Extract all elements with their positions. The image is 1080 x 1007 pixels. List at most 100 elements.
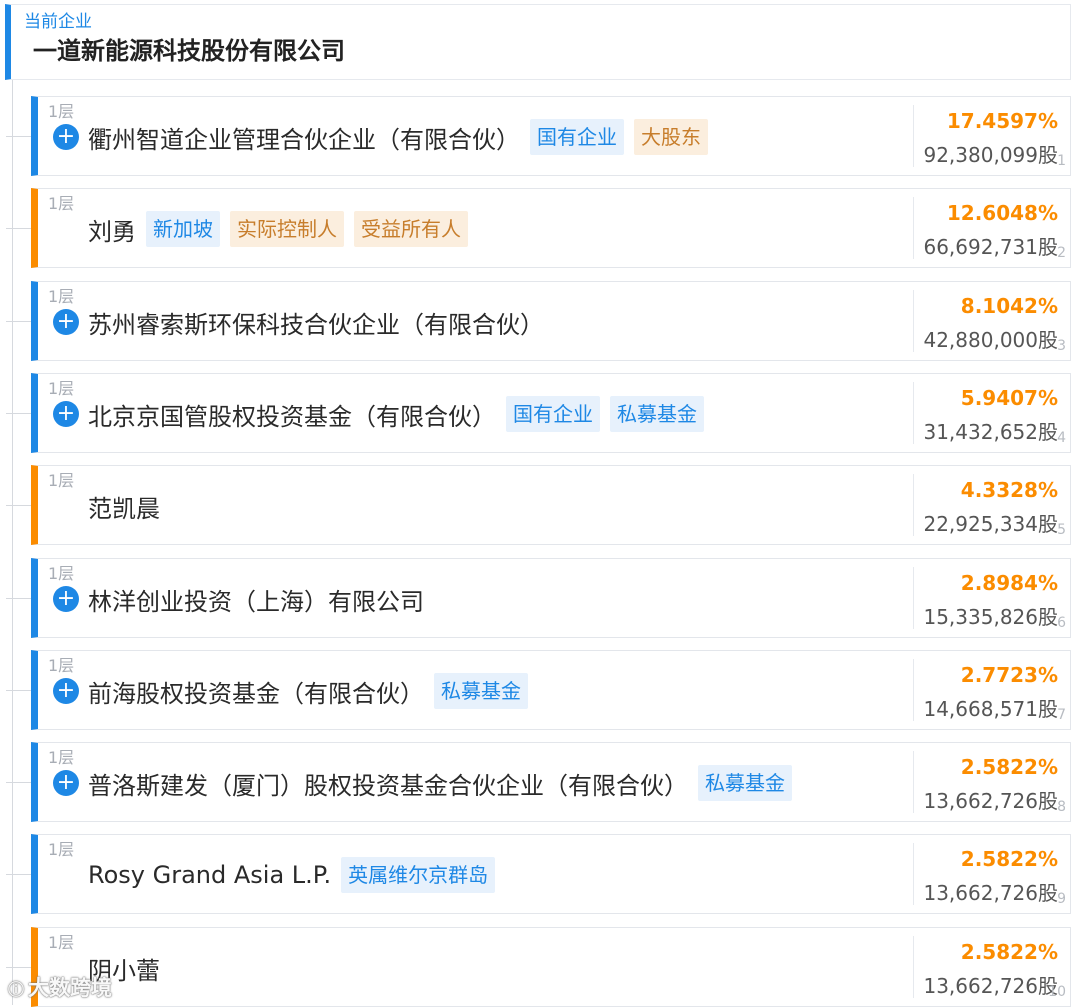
share-percent: 4.3328% — [960, 478, 1058, 502]
row-index: 5 — [1057, 522, 1066, 538]
shareholder-tag: 实际控制人 — [230, 211, 344, 247]
shareholder-name[interactable]: 普洛斯建发（厦门）股权投资基金合伙企业（有限合伙） — [88, 766, 688, 801]
layer-label: 1层 — [48, 933, 75, 952]
share-percent: 5.9407% — [960, 386, 1058, 410]
card-divider — [913, 474, 914, 536]
watermark: ⓘ 大数跨境 — [8, 976, 113, 1000]
expand-plus-icon[interactable]: + — [53, 678, 79, 704]
layer-label: 1层 — [48, 471, 75, 490]
shareholder-name-row: 前海股权投资基金（有限合伙） 私募基金 — [88, 671, 528, 711]
shareholder-card[interactable]: 1层 + 普洛斯建发（厦门）股权投资基金合伙企业（有限合伙） 私募基金 2.5822% 1… — [6, 742, 1071, 822]
shareholder-name[interactable]: 北京京国管股权投资基金（有限合伙） — [88, 397, 496, 432]
shareholder-tag: 私募基金 — [698, 765, 792, 801]
shareholder-tag: 新加坡 — [146, 211, 220, 247]
share-count: 13,662,726股 — [923, 789, 1058, 813]
watermark-logo-icon: ⓘ — [8, 980, 25, 999]
share-percent: 2.5822% — [960, 755, 1058, 779]
shareholder-card[interactable]: 1层 范凯晨 4.3328% 22,925,334股 5 — [6, 465, 1071, 545]
card-divider — [913, 197, 914, 259]
share-count: 13,662,726股 — [923, 881, 1058, 905]
shareholder-name-row: 北京京国管股权投资基金（有限合伙） 国有企业 私募基金 — [88, 394, 704, 434]
shareholder-card[interactable]: 1层 + 苏州睿索斯环保科技合伙企业（有限合伙） 8.1042% 42,880,000股… — [6, 281, 1071, 361]
share-count: 22,925,334股 — [923, 512, 1058, 536]
card-divider — [913, 290, 914, 352]
shareholder-card[interactable]: 1层 Rosy Grand Asia L.P. 英属维尔京群岛 2.5822% 13,6… — [6, 834, 1071, 914]
share-count: 42,880,000股 — [923, 328, 1058, 352]
expand-plus-icon[interactable]: + — [53, 401, 79, 427]
shareholder-tag: 私募基金 — [610, 396, 704, 432]
tree-connector-line — [12, 80, 13, 1005]
shareholder-name-row: 林洋创业投资（上海）有限公司 — [88, 579, 424, 619]
shareholder-name-row: 刘勇 新加坡 实际控制人 受益所有人 — [88, 209, 468, 249]
shareholder-name[interactable]: 范凯晨 — [88, 489, 160, 524]
shareholder-tag: 国有企业 — [530, 119, 624, 155]
share-percent: 17.4597% — [946, 109, 1058, 133]
shareholder-card[interactable]: 1层 + 北京京国管股权投资基金（有限合伙） 国有企业 私募基金 5.9407% 31,43… — [6, 373, 1071, 453]
share-percent: 2.5822% — [960, 847, 1058, 871]
shareholder-name[interactable]: 刘勇 — [88, 212, 136, 247]
current-company-title[interactable]: 一道新能源科技股份有限公司 — [33, 31, 345, 66]
expand-plus-icon[interactable]: + — [53, 309, 79, 335]
card-divider — [913, 105, 914, 167]
tree-branch-line — [6, 967, 31, 968]
tree-branch-line — [6, 690, 31, 691]
row-index: 3 — [1057, 338, 1066, 354]
shareholder-card[interactable]: 1层 阴小蕾 2.5822% 13,662,726股 10 — [6, 927, 1071, 1007]
shareholder-name-row: 普洛斯建发（厦门）股权投资基金合伙企业（有限合伙） 私募基金 — [88, 763, 792, 803]
share-percent: 2.5822% — [960, 940, 1058, 964]
shareholder-card[interactable]: 1层 + 林洋创业投资（上海）有限公司 2.8984% 15,335,826股 6 — [6, 558, 1071, 638]
expand-plus-icon[interactable]: + — [53, 770, 79, 796]
tree-branch-line — [6, 874, 31, 875]
shareholder-name-row: Rosy Grand Asia L.P. 英属维尔京群岛 — [88, 855, 496, 895]
shareholder-name[interactable]: 衢州智道企业管理合伙企业（有限合伙） — [88, 120, 520, 155]
layer-label: 1层 — [48, 379, 75, 398]
tree-branch-line — [6, 136, 31, 137]
card-divider — [913, 567, 914, 629]
layer-label: 1层 — [48, 287, 75, 306]
share-percent: 8.1042% — [960, 294, 1058, 318]
tree-branch-line — [6, 413, 31, 414]
shareholder-tag: 私募基金 — [434, 673, 528, 709]
expand-plus-icon[interactable]: + — [53, 124, 79, 150]
shareholder-name-row: 苏州睿索斯环保科技合伙企业（有限合伙） — [88, 302, 544, 342]
tree-branch-line — [6, 782, 31, 783]
share-count: 31,432,652股 — [923, 420, 1058, 444]
layer-label: 1层 — [48, 840, 75, 859]
row-index: 4 — [1057, 430, 1066, 446]
tree-branch-line — [6, 505, 31, 506]
shareholder-name-row: 衢州智道企业管理合伙企业（有限合伙） 国有企业 大股东 — [88, 117, 708, 157]
row-index: 7 — [1057, 707, 1066, 723]
layer-label: 1层 — [48, 656, 75, 675]
layer-label: 1层 — [48, 564, 75, 583]
shareholder-card[interactable]: 1层 + 衢州智道企业管理合伙企业（有限合伙） 国有企业 大股东 17.4597% 92,3… — [6, 96, 1071, 176]
shareholder-tag: 国有企业 — [506, 396, 600, 432]
share-count: 15,335,826股 — [923, 605, 1058, 629]
shareholder-name[interactable]: 苏州睿索斯环保科技合伙企业（有限合伙） — [88, 305, 544, 340]
shareholder-name[interactable]: 林洋创业投资（上海）有限公司 — [88, 582, 424, 617]
card-divider — [913, 936, 914, 998]
shareholder-name-row: 范凯晨 — [88, 486, 160, 526]
card-divider — [913, 659, 914, 721]
shareholder-name[interactable]: 前海股权投资基金（有限合伙） — [88, 674, 424, 709]
shareholder-card[interactable]: 1层 刘勇 新加坡 实际控制人 受益所有人 12.6048% 66,692,731股 2 — [6, 188, 1071, 268]
current-company-label: 当前企业 — [24, 12, 92, 32]
share-count: 13,662,726股 — [923, 974, 1058, 998]
shareholder-card[interactable]: 1层 + 前海股权投资基金（有限合伙） 私募基金 2.7723% 14,668,571股 7 — [6, 650, 1071, 730]
card-divider — [913, 751, 914, 813]
tree-branch-line — [6, 228, 31, 229]
card-divider — [913, 382, 914, 444]
shareholder-tag: 大股东 — [634, 119, 708, 155]
share-percent: 12.6048% — [946, 201, 1058, 225]
shareholder-tag: 受益所有人 — [354, 211, 468, 247]
shareholder-tag: 英属维尔京群岛 — [341, 857, 496, 893]
tree-branch-line — [6, 598, 31, 599]
card-divider — [913, 843, 914, 905]
current-company-card: 当前企业 一道新能源科技股份有限公司 — [5, 4, 1071, 80]
expand-plus-icon[interactable]: + — [53, 586, 79, 612]
shareholder-name[interactable]: Rosy Grand Asia L.P. — [88, 861, 331, 889]
layer-label: 1层 — [48, 194, 75, 213]
row-index: 2 — [1057, 245, 1066, 261]
row-index: 6 — [1057, 615, 1066, 631]
row-index: 9 — [1057, 891, 1066, 907]
row-index: 8 — [1057, 799, 1066, 815]
